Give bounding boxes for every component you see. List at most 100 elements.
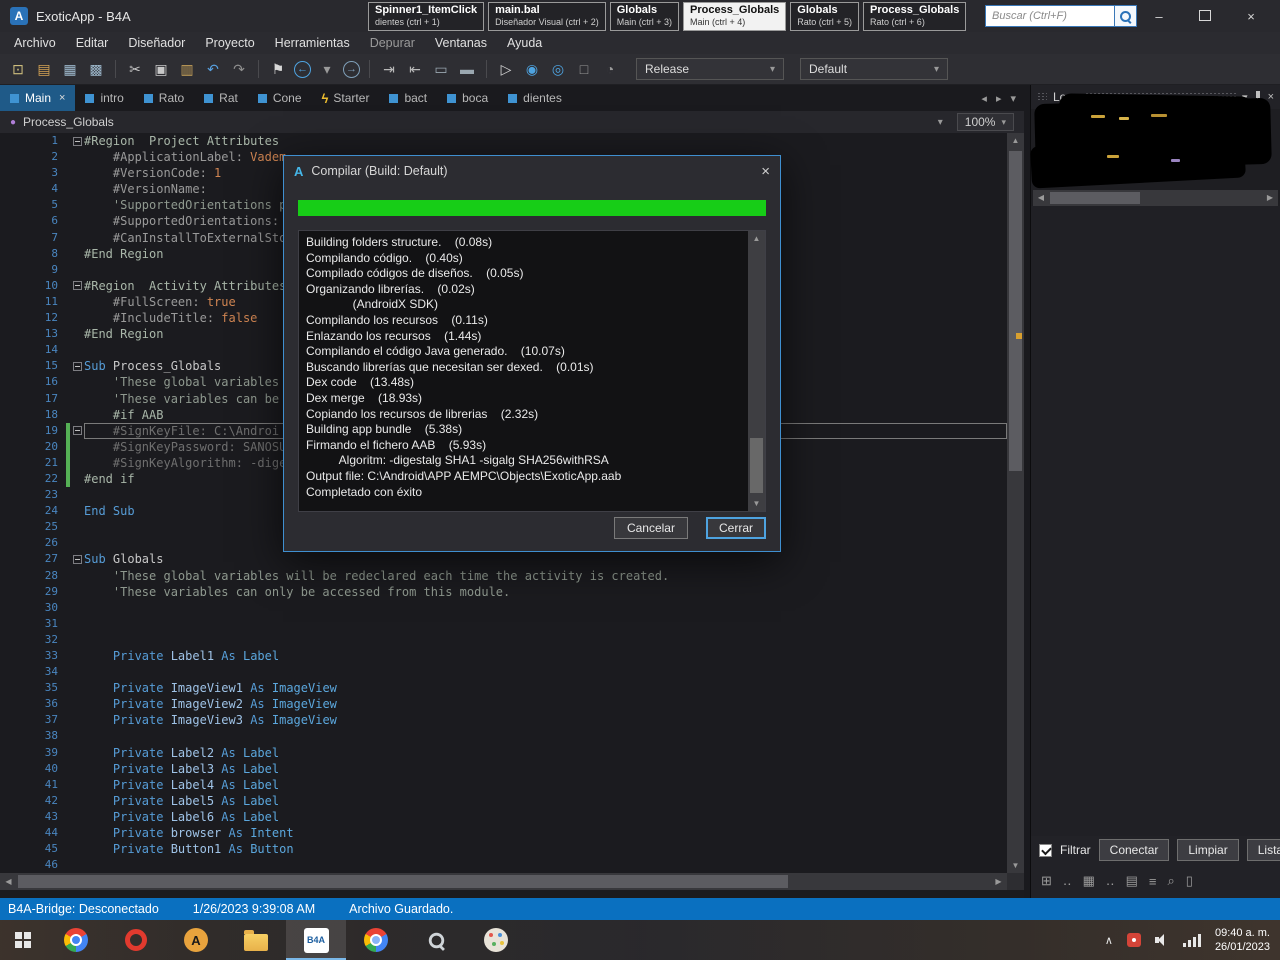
breadcrumb-member[interactable]: Process_Globals — [23, 115, 114, 129]
scroll-left-icon[interactable]: ◀ — [0, 873, 17, 890]
code-line-34[interactable]: 34 — [0, 664, 1007, 680]
code-line-35[interactable]: 35 Private ImageView1 As ImageView — [0, 680, 1007, 696]
panel-doc-icon[interactable]: ▯ — [1186, 873, 1193, 889]
code-line-1[interactable]: 1#Region Project Attributes — [0, 133, 1007, 149]
code-line-27[interactable]: 27Sub Globals — [0, 551, 1007, 567]
close-tab-icon[interactable]: × — [59, 92, 65, 104]
outdent-icon[interactable]: ⇤ — [405, 59, 425, 79]
scrollbar-thumb[interactable] — [1009, 151, 1022, 471]
code-line-43[interactable]: 43 Private Label6 As Label — [0, 809, 1007, 825]
search-button[interactable] — [1114, 6, 1136, 26]
tab-rato[interactable]: Rato — [134, 85, 194, 111]
new-file-icon[interactable]: ⊡ — [8, 59, 28, 79]
browser2-icon[interactable] — [346, 920, 406, 960]
build-configuration-select[interactable]: Release ▾ — [636, 58, 784, 80]
scrollbar-thumb[interactable] — [750, 438, 763, 493]
taskbar-clock[interactable]: 09:40 a. m. 26/01/2023 — [1215, 926, 1270, 955]
quick-tab-2[interactable]: main.balDiseñador Visual (ctrl + 2) — [488, 2, 606, 31]
scroll-up-icon[interactable]: ▲ — [1007, 133, 1024, 148]
code-line-44[interactable]: 44 Private browser As Intent — [0, 825, 1007, 841]
panel-menu-icon[interactable]: ≡ — [1149, 874, 1157, 889]
stop-icon[interactable]: □ — [574, 59, 594, 79]
fold-toggle-icon[interactable] — [73, 281, 82, 290]
tab-dientes[interactable]: dientes — [498, 85, 572, 111]
app-a-icon[interactable]: A — [166, 920, 226, 960]
panel-close-icon[interactable]: × — [1268, 91, 1274, 103]
code-line-41[interactable]: 41 Private Label4 As Label — [0, 777, 1007, 793]
clear-button[interactable]: Limpiar — [1177, 839, 1238, 861]
b4a-taskbar-icon[interactable]: B4A — [286, 920, 346, 960]
maximize-button[interactable] — [1182, 9, 1228, 24]
start-button[interactable] — [0, 920, 46, 960]
panel-folder-icon[interactable]: ▤ — [1126, 873, 1138, 889]
save-icon[interactable]: ▦ — [60, 59, 80, 79]
menu-diseñador[interactable]: Diseñador — [118, 33, 195, 53]
code-line-45[interactable]: 45 Private Button1 As Button — [0, 841, 1007, 857]
zoom-select[interactable]: 100% ▾ — [957, 113, 1014, 131]
breadcrumb-dropdown-icon[interactable]: ▾ — [938, 117, 943, 128]
build-log[interactable]: Building folders structure. (0.08s)Compi… — [299, 231, 748, 511]
scroll-right-icon[interactable]: ▶ — [990, 873, 1007, 890]
navigate-forward-icon[interactable]: → — [343, 61, 360, 78]
quick-tab-5[interactable]: GlobalsRato (ctrl + 5) — [790, 2, 859, 31]
quick-tab-4[interactable]: Process_GlobalsMain (ctrl + 4) — [683, 2, 786, 31]
dialog-close-icon[interactable]: × — [761, 163, 770, 180]
editor-horizontal-scrollbar[interactable]: ◀ ▶ — [0, 873, 1007, 890]
connect-button[interactable]: Conectar — [1099, 839, 1170, 861]
code-line-29[interactable]: 29 'These variables can only be accessed… — [0, 584, 1007, 600]
scrollbar-thumb[interactable] — [1050, 192, 1140, 204]
opera-icon[interactable] — [106, 920, 166, 960]
scroll-down-icon[interactable]: ▼ — [748, 496, 765, 511]
scroll-up-icon[interactable]: ▲ — [748, 231, 765, 246]
panel-dots-icon[interactable]: ‥ — [1063, 873, 1072, 889]
quick-tab-1[interactable]: Spinner1_ItemClickdientes (ctrl + 1) — [368, 2, 484, 31]
code-line-31[interactable]: 31 — [0, 616, 1007, 632]
tab-boca[interactable]: boca — [437, 85, 498, 111]
code-line-36[interactable]: 36 Private ImageView2 As ImageView — [0, 696, 1007, 712]
paint-app-icon[interactable] — [466, 920, 526, 960]
compile-icon[interactable]: ◉ — [522, 59, 542, 79]
code-line-38[interactable]: 38 — [0, 728, 1007, 744]
cancel-button[interactable]: Cancelar — [614, 517, 688, 539]
paste-icon[interactable]: ▥ — [177, 59, 197, 79]
code-line-30[interactable]: 30 — [0, 600, 1007, 616]
scroll-down-icon[interactable]: ▼ — [1007, 858, 1024, 873]
chrome-icon[interactable] — [46, 920, 106, 960]
tab-list-dropdown-icon[interactable]: ▾ — [1010, 92, 1016, 105]
menu-herramientas[interactable]: Herramientas — [265, 33, 360, 53]
undo-icon[interactable]: ↶ — [203, 59, 223, 79]
quick-tab-6[interactable]: Process_GlobalsRato (ctrl + 6) — [863, 2, 966, 31]
copy-icon[interactable]: ▣ — [151, 59, 171, 79]
navigate-back-icon[interactable]: ← — [294, 61, 311, 78]
network-signal-icon[interactable] — [1183, 934, 1201, 947]
tab-rat[interactable]: Rat — [194, 85, 248, 111]
menu-proyecto[interactable]: Proyecto — [195, 33, 264, 53]
notification-app-icon[interactable] — [1127, 933, 1141, 947]
log-scrollbar[interactable]: ▲ ▼ — [748, 231, 765, 511]
logs-list[interactable]: ◀ ▶ — [1031, 109, 1280, 206]
editor-vertical-scrollbar[interactable]: ▲ ▼ — [1007, 133, 1024, 873]
fold-toggle-icon[interactable] — [73, 362, 82, 371]
code-line-33[interactable]: 33 Private Label1 As Label — [0, 648, 1007, 664]
menu-ayuda[interactable]: Ayuda — [497, 33, 552, 53]
search-app-icon[interactable] — [406, 920, 466, 960]
redo-icon[interactable]: ↷ — [229, 59, 249, 79]
search-input[interactable] — [986, 6, 1114, 26]
indent-icon[interactable]: ⇥ — [379, 59, 399, 79]
cut-icon[interactable]: ✂ — [125, 59, 145, 79]
menu-depurar[interactable]: Depurar — [360, 33, 425, 53]
close-button[interactable]: × — [1228, 9, 1274, 24]
scroll-left-icon[interactable]: ◀ — [1033, 190, 1049, 206]
code-line-28[interactable]: 28 'These global variables will be redec… — [0, 568, 1007, 584]
code-line-32[interactable]: 32 — [0, 632, 1007, 648]
open-folder-icon[interactable]: ▤ — [34, 59, 54, 79]
bookmark-icon[interactable]: ⚑ — [268, 59, 288, 79]
panel-list-icon[interactable]: ▦ — [1083, 873, 1095, 889]
tab-starter[interactable]: ϟStarter — [312, 85, 380, 111]
custom-list-button[interactable]: Lista Pe — [1247, 839, 1280, 861]
code-line-46[interactable]: 46 — [0, 857, 1007, 873]
hidden-icons-chevron[interactable]: ∧ — [1105, 934, 1113, 947]
run-icon[interactable]: ▷ — [496, 59, 516, 79]
back-history-dropdown-icon[interactable]: ▾ — [317, 59, 337, 79]
fold-toggle-icon[interactable] — [73, 426, 82, 435]
